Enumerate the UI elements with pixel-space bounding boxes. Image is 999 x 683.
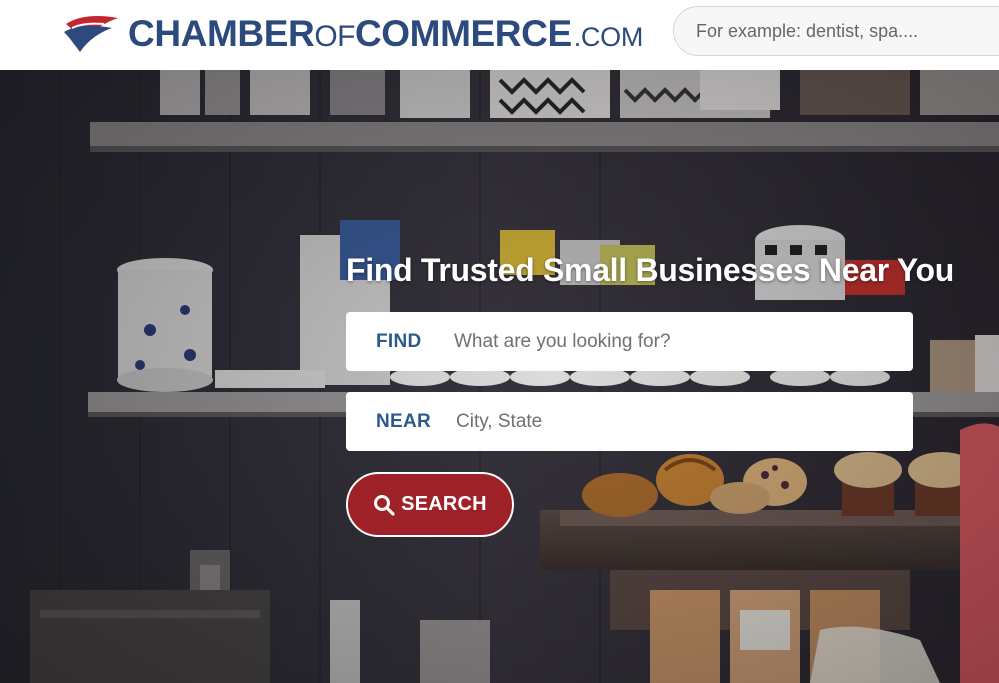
find-field: FIND <box>346 312 913 371</box>
logo-word-of: OF <box>314 20 355 53</box>
hero-section: Find Trusted Small Businesses Near You <box>0 70 999 683</box>
logo-swoosh-icon <box>64 16 118 52</box>
near-label: NEAR <box>376 410 432 432</box>
near-field: NEAR <box>346 392 913 451</box>
hero-title: Find Trusted Small Businesses Near You <box>346 252 955 288</box>
logo-word-chamber: CHAMBER <box>128 13 315 54</box>
header-search-box <box>673 6 999 56</box>
hero-background-image <box>0 70 999 683</box>
logo-dotcom: .COM <box>573 22 644 52</box>
site-header: CHAMBER OF COMMERCE .COM <box>0 0 999 70</box>
logo-text: CHAMBER OF COMMERCE .COM <box>128 13 643 55</box>
header-search-input[interactable] <box>694 19 998 43</box>
search-button-label: SEARCH <box>401 493 487 515</box>
find-label: FIND <box>376 330 422 352</box>
find-input[interactable] <box>452 329 876 354</box>
search-button[interactable]: SEARCH <box>346 472 514 537</box>
search-icon <box>374 494 395 516</box>
site-logo[interactable]: CHAMBER OF COMMERCE .COM <box>62 8 643 60</box>
logo-word-commerce: COMMERCE <box>354 13 572 54</box>
near-input[interactable] <box>454 409 878 434</box>
